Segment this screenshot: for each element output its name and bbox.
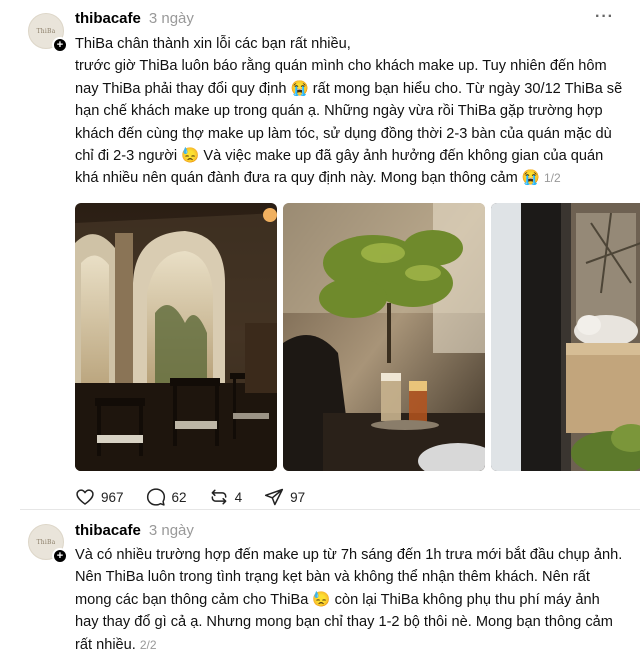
username[interactable]: thibacafe <box>75 522 141 539</box>
post-text: ThiBa chân thành xin lỗi các bạn rất nhi… <box>75 33 623 190</box>
repost-button[interactable]: 4 <box>209 487 243 507</box>
timestamp: 3 ngày <box>148 10 194 27</box>
avatar[interactable]: ThiBa + <box>28 524 68 564</box>
like-count: 967 <box>101 489 124 505</box>
photo-plant-drinks-image <box>283 203 485 471</box>
thread-pager: 2/2 <box>139 637 157 649</box>
post-text: Và có nhiều trường hợp đến make up từ 7h… <box>75 544 623 649</box>
repost-icon <box>211 489 226 505</box>
share-count: 97 <box>290 489 306 505</box>
share-icon <box>264 488 284 506</box>
photo-cafe-arches-image <box>75 203 277 471</box>
photo-window-dog-image <box>491 203 640 471</box>
follow-plus-icon[interactable]: + <box>52 37 68 53</box>
username[interactable]: thibacafe <box>75 10 141 27</box>
avatar-logo-text: ThiBa <box>36 538 56 546</box>
share-button[interactable]: 97 <box>264 487 305 507</box>
more-dots-icon[interactable]: ··· <box>595 8 614 26</box>
post-actions: 967 62 4 97 <box>75 487 327 507</box>
post-header: thibacafe 3 ngày <box>75 522 194 539</box>
post-body: ThiBa chân thành xin lỗi các bạn rất nhi… <box>75 36 623 187</box>
post-body: Và có nhiều trường hợp đến make up từ 7h… <box>75 547 623 649</box>
photo-carousel[interactable] <box>75 203 640 471</box>
comment-icon <box>146 488 165 506</box>
comment-count: 62 <box>171 489 187 505</box>
like-button[interactable]: 967 <box>75 487 124 507</box>
heart-icon <box>76 489 94 505</box>
post: ThiBa + thibacafe 3 ngày ··· ThiBa chân … <box>0 0 640 510</box>
post: ThiBa + thibacafe 3 ngày Và có nhiều trư… <box>0 510 640 649</box>
photo-plant-drinks[interactable] <box>283 203 485 471</box>
repost-count: 4 <box>234 489 243 505</box>
post-header: thibacafe 3 ngày <box>75 10 194 27</box>
thread-pager: 1/2 <box>544 171 561 186</box>
photo-window-dog[interactable] <box>491 203 640 471</box>
avatar-logo-text: ThiBa <box>36 27 56 35</box>
timestamp: 3 ngày <box>148 522 194 539</box>
comment-button[interactable]: 62 <box>146 487 187 507</box>
avatar[interactable]: ThiBa + <box>28 13 68 53</box>
follow-plus-icon[interactable]: + <box>52 548 68 564</box>
photo-cafe-arches[interactable] <box>75 203 277 471</box>
